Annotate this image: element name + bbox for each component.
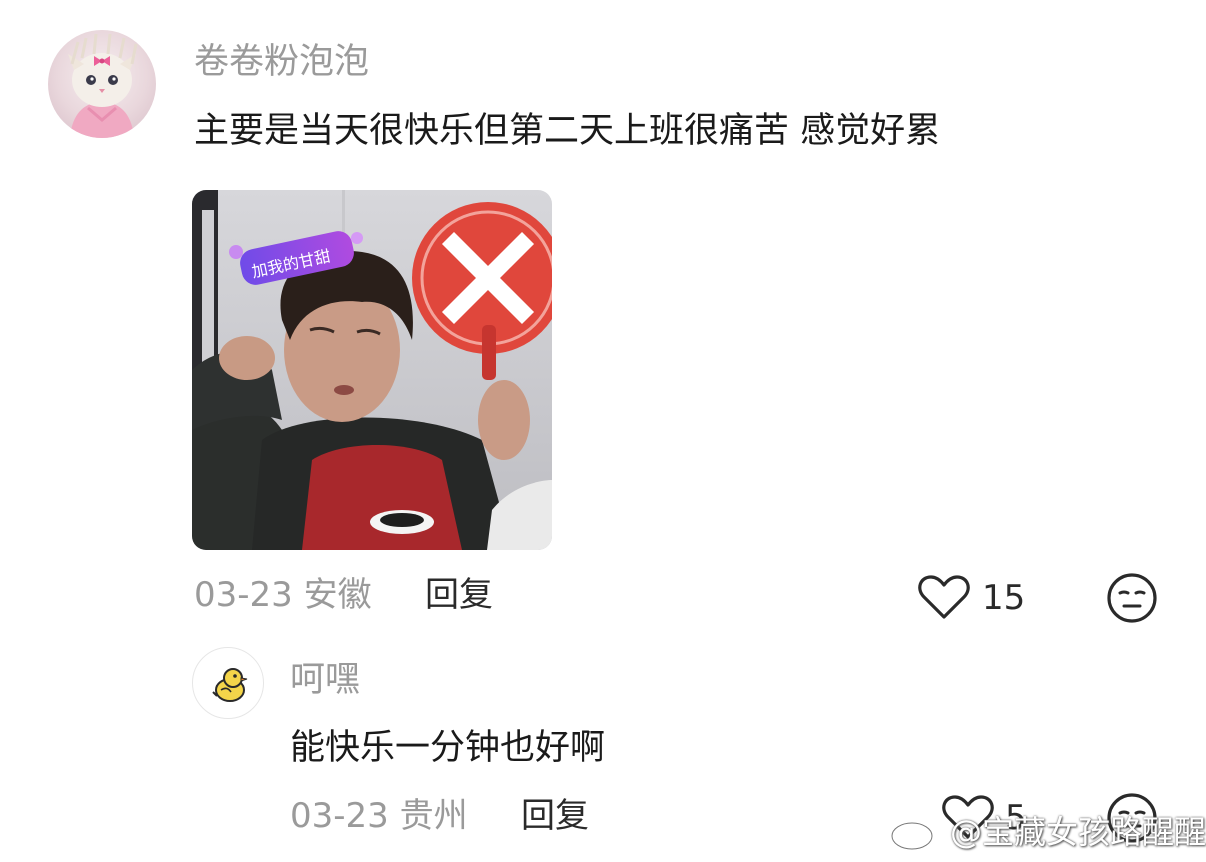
heart-outline-icon[interactable] xyxy=(918,573,970,621)
comment-image[interactable]: 加我的甘甜 xyxy=(192,190,552,550)
user-avatar[interactable] xyxy=(48,30,156,138)
comment-text: 主要是当天很快乐但第二天上班很痛苦 感觉好累 xyxy=(194,111,941,151)
reply-user-avatar[interactable] xyxy=(192,647,264,719)
weibo-logo-icon xyxy=(888,812,946,852)
reply-reply-button[interactable]: 回复 xyxy=(521,796,589,836)
meme-photo: 加我的甘甜 xyxy=(192,190,552,550)
meh-face-icon[interactable] xyxy=(1106,572,1158,624)
like-count: 15 xyxy=(982,578,1026,618)
cat-avatar-image xyxy=(68,33,138,138)
reply-text: 能快乐一分钟也好啊 xyxy=(290,728,606,768)
duck-avatar-image xyxy=(212,668,248,702)
comment-username[interactable]: 卷卷粉泡泡 xyxy=(194,42,369,82)
watermark-text: @宝藏女孩路醒醒 xyxy=(950,813,1206,851)
comment-date-location: 03-23 安徽 xyxy=(194,575,372,615)
reply-button[interactable]: 回复 xyxy=(425,575,493,615)
reply-date-location: 03-23 贵州 xyxy=(290,796,468,836)
reply-username[interactable]: 呵嘿 xyxy=(290,660,360,700)
